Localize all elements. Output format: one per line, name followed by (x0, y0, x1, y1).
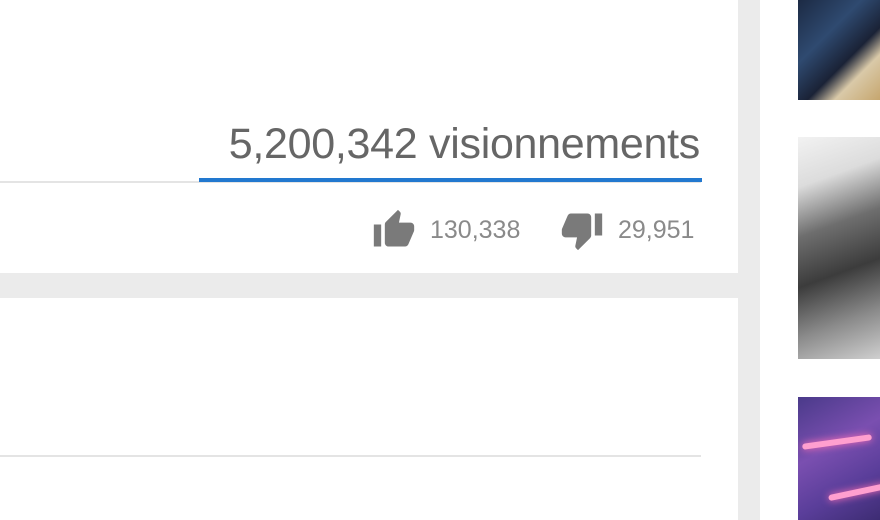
column-gutter (738, 0, 760, 520)
dislike-button[interactable]: 29,951 (560, 206, 694, 254)
like-button[interactable]: 130,338 (372, 206, 520, 254)
video-thumbnail[interactable] (798, 0, 880, 100)
like-dislike-sentiment-bar (199, 178, 702, 182)
thumb-down-icon (560, 208, 604, 252)
like-count: 130,338 (430, 215, 521, 244)
thumbnail-graphic (828, 482, 880, 502)
divider (0, 455, 701, 457)
description-card (0, 298, 738, 520)
view-count: 5,200,342 visionnements (228, 120, 701, 168)
related-videos-sidebar (760, 0, 880, 520)
dislike-count: 29,951 (618, 215, 695, 244)
video-thumbnail[interactable] (798, 137, 880, 359)
video-thumbnail[interactable] (798, 397, 880, 520)
watch-page: 5,200,342 visionnements 130,338 29,951 (0, 0, 880, 520)
video-info-card: 5,200,342 visionnements 130,338 29,951 (0, 0, 738, 273)
thumb-up-icon (372, 208, 416, 252)
thumbnail-graphic (801, 434, 873, 450)
